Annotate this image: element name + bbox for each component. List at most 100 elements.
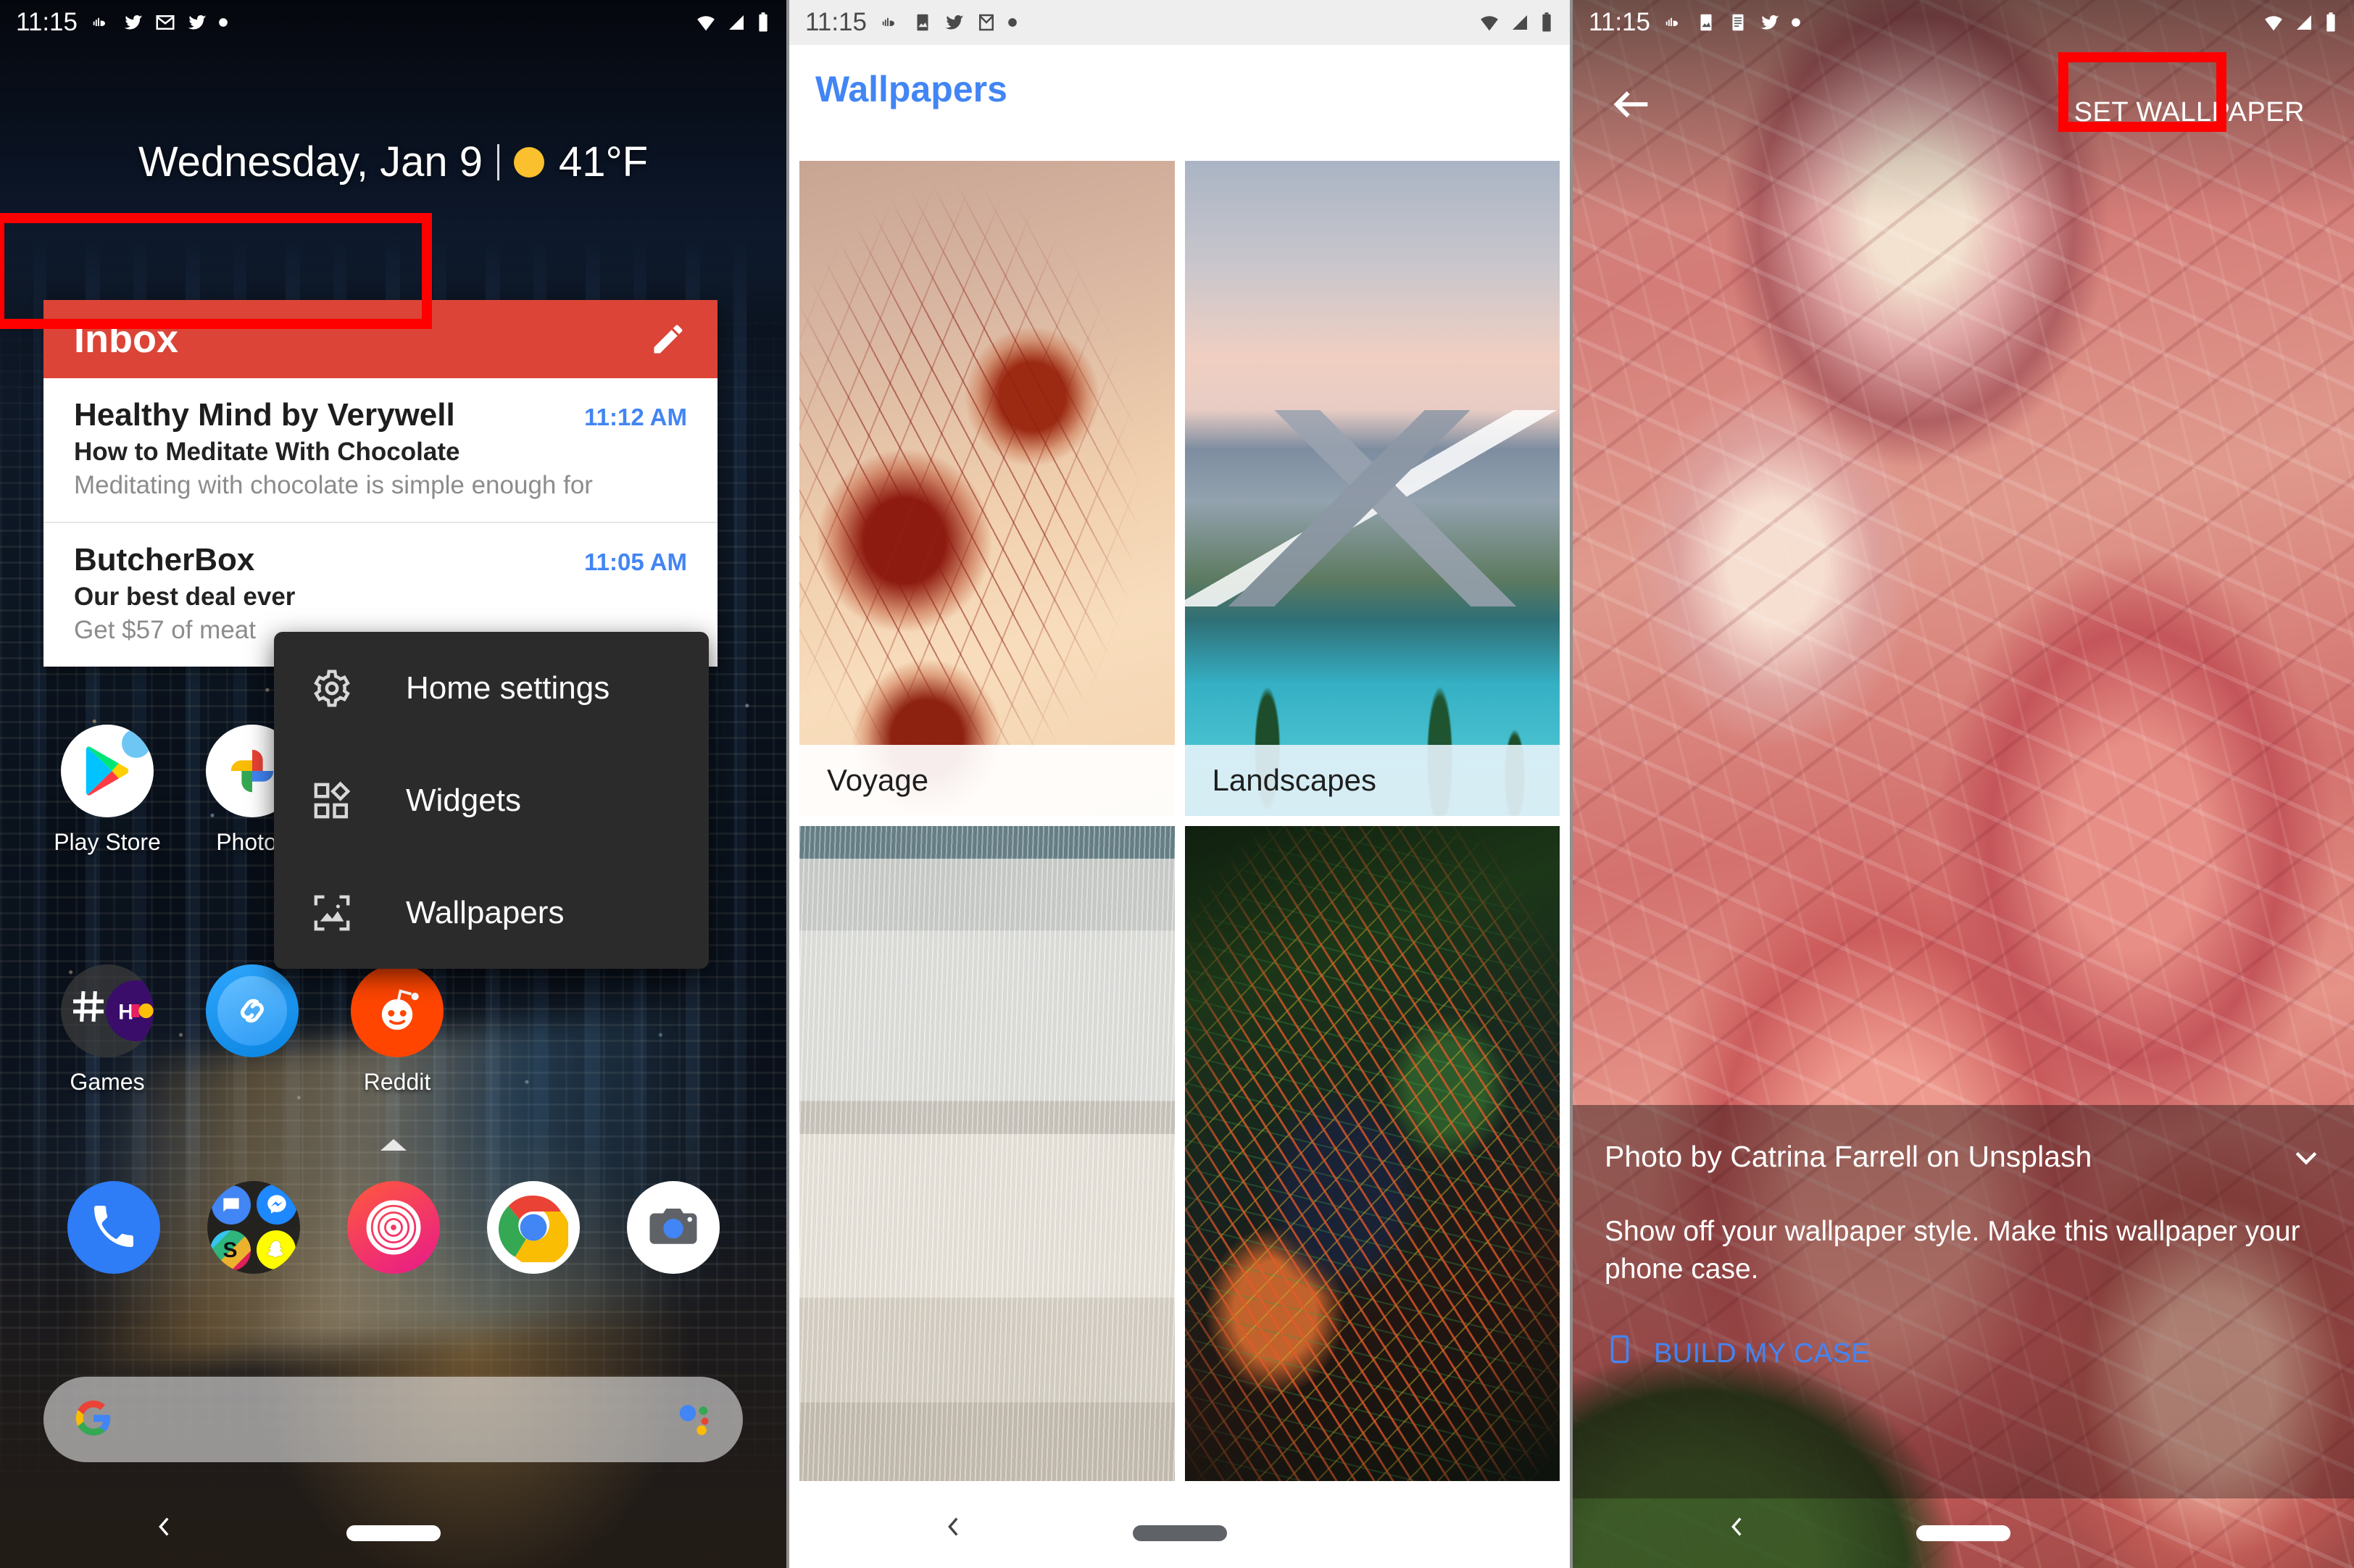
home-context-menu: Home settings Widgets Wallpapers [274, 632, 709, 969]
status-system-icons [1478, 12, 1554, 33]
dot-icon [1791, 17, 1801, 28]
home-pill-icon[interactable] [1916, 1525, 2010, 1541]
wallpaper-category-4[interactable] [1184, 826, 1560, 1481]
temperature-text: 41°F [558, 138, 649, 185]
category-label: Voyage [799, 745, 1175, 816]
info-description: Show off your wallpaper style. Make this… [1605, 1216, 2300, 1285]
app-shortcut-shazam[interactable] [180, 964, 325, 1069]
inbox-widget[interactable]: Inbox Healthy Mind by Verywell 11:12 AM … [43, 300, 718, 667]
status-time: 11:15 [805, 8, 867, 36]
inbox-mail-list: Healthy Mind by Verywell 11:12 AM How to… [43, 378, 718, 667]
menu-item-wallpapers[interactable]: Wallpapers [274, 856, 709, 969]
widgets-icon [312, 780, 352, 821]
menu-item-label: Wallpapers [406, 894, 565, 930]
inbox-header: Inbox [43, 300, 718, 378]
date-weather-widget[interactable]: Wednesday, Jan 9 41°F [0, 138, 786, 186]
page-indicator [380, 1139, 407, 1151]
image-icon [312, 893, 352, 933]
messenger-icon [256, 1184, 297, 1225]
croton-leaves-thumb [1184, 826, 1560, 1481]
play-store-icon [61, 725, 154, 817]
home-pill-icon[interactable] [1132, 1525, 1227, 1541]
chrome-icon[interactable] [486, 1181, 580, 1274]
status-notification-icons [1663, 12, 1801, 33]
mail-time: 11:05 AM [584, 549, 687, 575]
wallpaper-category-voyage[interactable]: Voyage [799, 161, 1175, 816]
signal-icon [1509, 12, 1531, 33]
app-row-2: H Games Reddit [0, 964, 786, 1096]
menu-item-home-settings[interactable]: Home settings [274, 632, 709, 744]
app-label: Play Store [54, 829, 161, 855]
chevron-down-icon[interactable] [2290, 1141, 2322, 1173]
back-chevron-icon[interactable] [941, 1514, 966, 1552]
dot-icon [1007, 17, 1018, 28]
battery-icon [1539, 12, 1554, 33]
set-wallpaper-button[interactable]: SET WALLPAPER [2050, 78, 2329, 147]
fingerprint-icon[interactable] [346, 1181, 440, 1274]
twitter-icon [944, 12, 965, 33]
wallpaper-category-grid: Voyage Landscapes [789, 161, 1570, 1481]
status-bar-home: 11:15 [0, 0, 786, 45]
build-my-case-button[interactable]: BUILD MY CASE [1573, 1289, 2354, 1375]
mail-subject: How to Meditate With Chocolate [74, 438, 460, 466]
social-folder-icon[interactable]: S [207, 1181, 300, 1274]
phone-panel-home: 11:15 Wednesday, Jan 9 41°F Inbox Health… [0, 0, 786, 1568]
category-label: Landscapes [1184, 745, 1560, 816]
hq-trivia-icon: H [106, 980, 154, 1041]
menu-item-label: Home settings [406, 670, 610, 706]
menu-item-widgets[interactable]: Widgets [274, 744, 709, 856]
gmail-icon [976, 12, 997, 33]
dot-icon [218, 17, 228, 28]
twitter-icon [186, 12, 208, 33]
signal-icon [725, 12, 747, 33]
navigation-bar-home [0, 1498, 786, 1568]
phone-panel-wallpaper-picker: 11:15 Wallpapers Voyage Landscapes [789, 0, 1570, 1568]
shazam-icon [206, 964, 299, 1057]
battery-icon [2324, 12, 2338, 33]
svg-text:H: H [118, 1001, 133, 1024]
home-pill-icon[interactable] [346, 1525, 441, 1541]
page-title: Wallpapers [815, 69, 1007, 109]
phone-case-icon [1605, 1334, 1635, 1375]
app-shortcut-reddit[interactable]: Reddit [325, 964, 470, 1096]
soundcloud-icon [1663, 12, 1685, 33]
google-assistant-icon[interactable] [675, 1398, 714, 1441]
battery-icon [756, 12, 770, 33]
app-shortcut-play-store[interactable]: Play Store [35, 725, 180, 856]
back-chevron-icon[interactable] [152, 1514, 177, 1552]
info-header[interactable]: Photo by Catrina Farrell on Unsplash [1573, 1105, 2354, 1174]
status-time: 11:15 [1589, 8, 1650, 36]
app-folder-games[interactable]: H Games [35, 964, 180, 1096]
app-label: Reddit [363, 1069, 431, 1095]
camera-icon[interactable] [626, 1181, 720, 1274]
sun-icon [513, 146, 544, 178]
snapchat-icon [256, 1230, 296, 1269]
moraine-lake-thumb [1184, 161, 1560, 816]
twitter-icon [1759, 12, 1781, 33]
status-bar-preview: 11:15 [1573, 0, 2354, 45]
back-arrow-icon[interactable] [1609, 81, 1655, 128]
mail-sender: Healthy Mind by Verywell [74, 397, 455, 433]
wallpaper-info-sheet: Photo by Catrina Farrell on Unsplash Sho… [1573, 1105, 2354, 1498]
list-item[interactable]: Healthy Mind by Verywell 11:12 AM How to… [43, 378, 718, 523]
mail-subject: Our best deal ever [74, 583, 296, 611]
soundcloud-icon [880, 12, 902, 33]
phone-icon[interactable] [67, 1181, 160, 1274]
wifi-icon [2263, 12, 2284, 33]
status-notification-icons [91, 12, 228, 33]
wifi-icon [695, 12, 717, 33]
gmail-icon [154, 12, 176, 33]
back-chevron-icon[interactable] [1725, 1514, 1750, 1552]
snow-field-thumb [799, 826, 1175, 1481]
google-search-bar[interactable] [43, 1377, 743, 1462]
status-time: 11:15 [16, 8, 78, 36]
wallpaper-category-3[interactable] [799, 826, 1175, 1481]
dock: S [0, 1181, 786, 1274]
notification-badge [122, 729, 151, 758]
slack-icon: S [209, 1230, 251, 1271]
pencil-icon[interactable] [649, 320, 687, 358]
photos-icon [912, 12, 933, 33]
wifi-icon [1478, 12, 1500, 33]
mail-snippet: Meditating with chocolate is simple enou… [74, 471, 593, 499]
wallpaper-category-landscapes[interactable]: Landscapes [1184, 161, 1560, 816]
